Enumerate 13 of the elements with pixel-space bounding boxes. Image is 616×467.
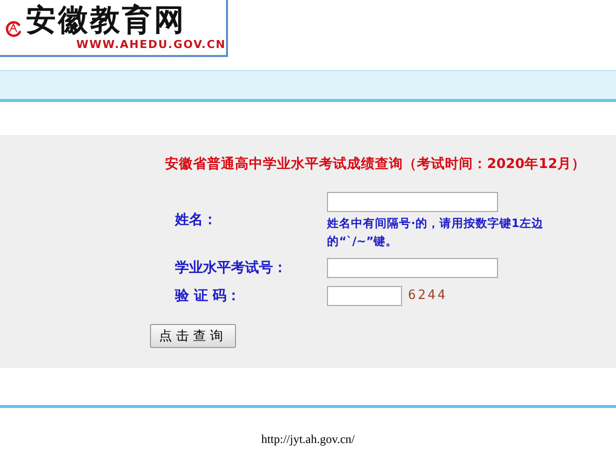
captcha-label: 验 证 码： <box>175 286 242 304</box>
footer-url: http://jyt.ah.gov.cn/ <box>261 432 355 446</box>
query-button[interactable]: 点击查询 <box>150 324 236 348</box>
name-label: 姓名： <box>175 211 218 230</box>
site-logo-url: WWW.AHEDU.GOV.CN <box>76 38 226 51</box>
site-logo-title: 安徽教育网 <box>26 4 186 38</box>
captcha-code: 6244 <box>408 288 448 303</box>
name-field[interactable] <box>327 192 498 212</box>
form-title: 安徽省普通高中学业水平考试成绩查询（考试时间：2020年12月） <box>165 155 586 173</box>
exam-number-label: 学业水平考试号： <box>175 258 288 276</box>
captcha-field[interactable] <box>327 286 402 306</box>
name-hint: 姓名中有间隔号·的，请用按数字键1左边的“`/~”键。 <box>327 214 544 250</box>
exam-number-field[interactable] <box>327 258 498 278</box>
